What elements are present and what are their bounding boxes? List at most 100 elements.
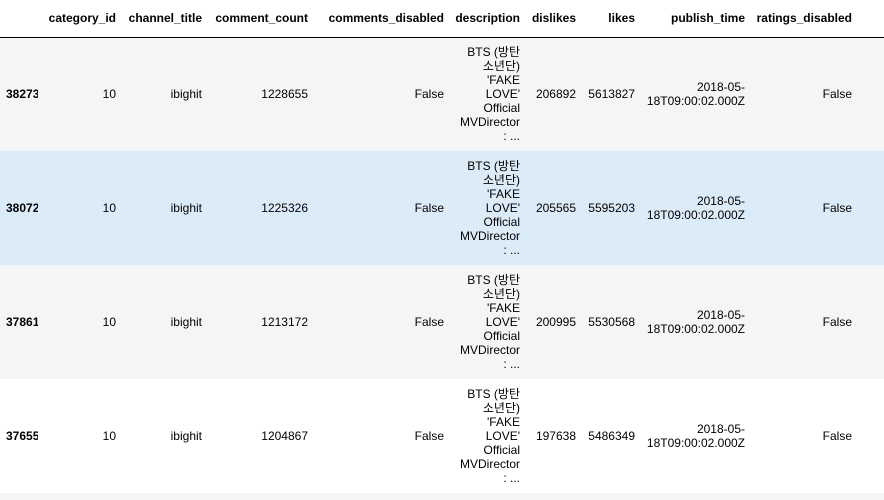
description-line: LOVE' — [485, 201, 520, 215]
cell-channel-title: ibighit — [170, 429, 202, 443]
cell-description: BTS (방탄 소년단) 'FAKE LOVE' Official MVDire… — [448, 37, 524, 151]
description-line: LOVE' — [485, 429, 520, 443]
table-row[interactable]: 37861 10 ibighit 1213172 False BTS (방탄 소… — [0, 265, 884, 379]
header-category-id[interactable]: category_id — [38, 0, 120, 38]
description-line: 소년단) — [482, 59, 520, 74]
cell-channel-title: ibighit — [170, 315, 202, 329]
description-line: BTS (방탄 — [467, 159, 520, 173]
cell-channel-title: ibighit — [170, 87, 202, 102]
header-channel-title[interactable]: channel_title — [120, 0, 206, 38]
description-line: : ... — [503, 471, 520, 485]
cell-category-id: 10 — [102, 429, 116, 443]
cell-ratings-disabled: False — [822, 201, 852, 215]
description-line: 'FAKE — [487, 73, 520, 88]
cell-category-id: 10 — [102, 201, 116, 215]
cell-ratings-disabled: False — [822, 429, 852, 443]
description-line: : ... — [503, 129, 520, 144]
header-ratings-disabled[interactable]: ratings_disabled — [749, 0, 856, 38]
cell-comments-disabled: False — [414, 201, 444, 215]
description-line: MVDirector — [459, 343, 520, 357]
description-line: 소년단) — [482, 401, 520, 415]
cell-description: BTS (방탄 소년단) 'FAKE LOVE' Official MVDire… — [448, 379, 524, 493]
table-row[interactable]: 37655 10 ibighit 1204867 False BTS (방탄 소… — [0, 379, 884, 493]
cell-category-id: 10 — [102, 315, 116, 329]
table-row[interactable]: 38072 10 ibighit 1225326 False BTS (방탄 소… — [0, 151, 884, 265]
publish-time-line: 2018-05- — [696, 422, 745, 436]
header-index — [0, 0, 38, 38]
cell-comments-disabled: False — [414, 429, 444, 443]
header-dislikes[interactable]: dislikes — [524, 0, 580, 38]
description-line: Official — [483, 443, 520, 457]
cell-dislikes: 205565 — [535, 201, 576, 215]
header-overflow — [856, 0, 884, 38]
cell-comment-count: 1213172 — [261, 315, 308, 329]
table-row[interactable]: 38273 10 ibighit 1228655 False BTS (방탄 소… — [0, 37, 884, 151]
description-line: Official — [483, 329, 520, 343]
description-line: MVDirector — [459, 115, 520, 130]
publish-time-line: 18T09:00:02.000Z — [646, 322, 745, 336]
cell-truncated-next-column: 댜 — [856, 37, 884, 151]
cell-dislikes: 197638 — [535, 429, 576, 443]
cell-publish-time: 2018-05- 18T09:00:02.000Z — [639, 37, 749, 151]
cell-likes: 5613827 — [588, 87, 635, 102]
next-row-partial — [0, 493, 884, 500]
cell-dislikes: 206892 — [535, 87, 576, 102]
publish-time-line: 18T09:00:02.000Z — [646, 94, 745, 109]
cell-comments-disabled: False — [414, 87, 444, 102]
table-body: 38273 10 ibighit 1228655 False BTS (방탄 소… — [0, 37, 884, 493]
header-description[interactable]: description — [448, 0, 524, 38]
description-line: LOVE' — [485, 87, 520, 102]
publish-time-line: 2018-05- — [696, 308, 745, 322]
cell-category-id: 10 — [102, 87, 116, 102]
description-line: MVDirector — [459, 229, 520, 243]
cell-likes: 5530568 — [588, 315, 635, 329]
cell-comment-count: 1225326 — [261, 201, 308, 215]
cell-likes: 5486349 — [588, 429, 635, 443]
description-line: 'FAKE — [487, 415, 520, 429]
cell-description: BTS (방탄 소년단) 'FAKE LOVE' Official MVDire… — [448, 265, 524, 379]
publish-time-line: 18T09:00:02.000Z — [646, 436, 745, 450]
dataframe-output: category_id channel_title comment_count … — [0, 0, 884, 500]
cell-ratings-disabled: False — [822, 87, 852, 102]
cell-truncated-next-column: 댜 — [856, 151, 884, 265]
description-line: : ... — [503, 243, 520, 257]
description-line: 'FAKE — [487, 187, 520, 201]
row-index: 37655 — [6, 429, 38, 443]
header-comment-count[interactable]: comment_count — [206, 0, 312, 38]
publish-time-line: 18T09:00:02.000Z — [646, 208, 745, 222]
cell-likes: 5595203 — [588, 201, 635, 215]
publish-time-line: 2018-05- — [696, 80, 745, 95]
cell-comments-disabled: False — [414, 315, 444, 329]
description-line: 'FAKE — [487, 301, 520, 315]
description-line: BTS (방탄 — [467, 387, 520, 401]
header-comments-disabled[interactable]: comments_disabled — [312, 0, 448, 38]
cell-publish-time: 2018-05- 18T09:00:02.000Z — [639, 379, 749, 493]
row-index: 38072 — [6, 201, 38, 215]
header-row: category_id channel_title comment_count … — [0, 0, 884, 38]
description-line: BTS (방탄 — [467, 45, 520, 60]
description-line: Official — [483, 101, 520, 116]
cell-description: BTS (방탄 소년단) 'FAKE LOVE' Official MVDire… — [448, 151, 524, 265]
cell-comment-count: 1228655 — [261, 87, 308, 102]
dataframe-table: category_id channel_title comment_count … — [0, 0, 884, 493]
row-index: 38273 — [6, 87, 38, 102]
cell-dislikes: 200995 — [535, 315, 576, 329]
cell-truncated-next-column: 댜 — [856, 379, 884, 493]
cell-ratings-disabled: False — [822, 315, 852, 329]
header-likes[interactable]: likes — [580, 0, 639, 38]
description-line: Official — [483, 215, 520, 229]
description-line: 소년단) — [482, 173, 520, 187]
description-line: 소년단) — [482, 287, 520, 301]
description-line: BTS (방탄 — [467, 273, 520, 287]
cell-truncated-next-column: 댜 — [856, 265, 884, 379]
description-line: MVDirector — [459, 457, 520, 471]
cell-comment-count: 1204867 — [261, 429, 308, 443]
cell-publish-time: 2018-05- 18T09:00:02.000Z — [639, 265, 749, 379]
description-line: : ... — [503, 357, 520, 371]
header-publish-time[interactable]: publish_time — [639, 0, 749, 38]
description-line: LOVE' — [485, 315, 520, 329]
cell-channel-title: ibighit — [170, 201, 202, 215]
row-index: 37861 — [6, 315, 38, 329]
cell-publish-time: 2018-05- 18T09:00:02.000Z — [639, 151, 749, 265]
publish-time-line: 2018-05- — [696, 194, 745, 208]
